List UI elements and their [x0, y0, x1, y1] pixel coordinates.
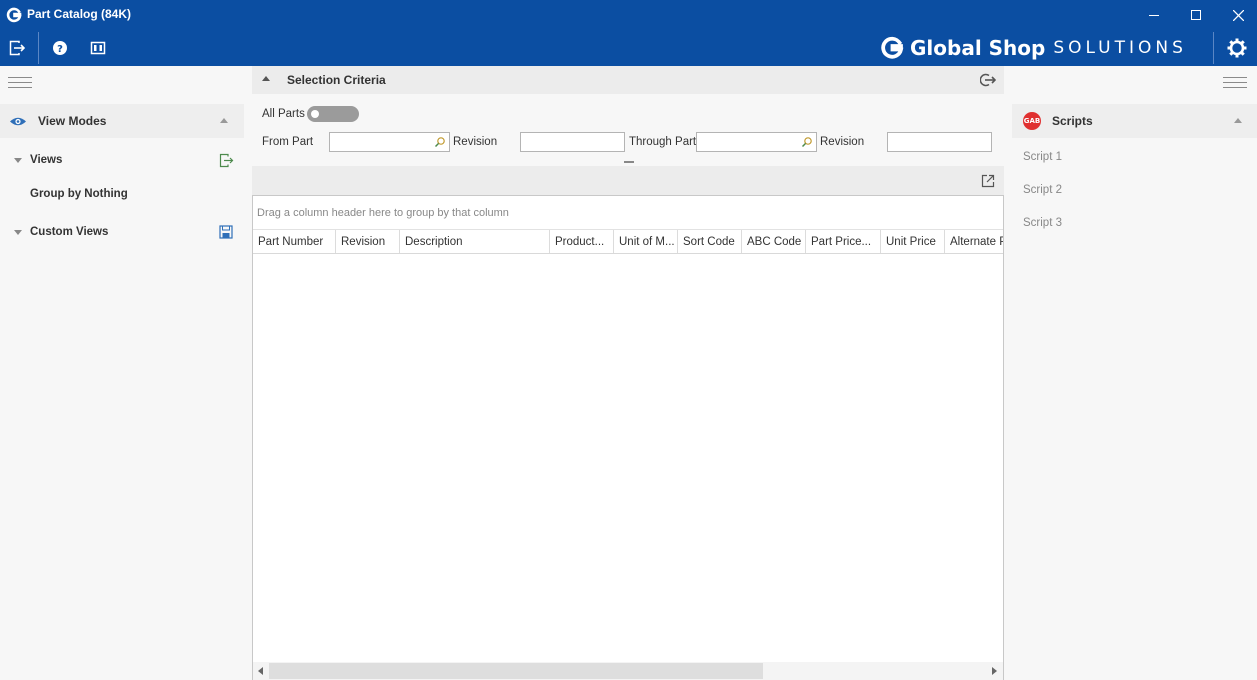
maximize-button[interactable]	[1175, 0, 1217, 30]
brand-logo: Global Shop SOLUTIONS	[880, 34, 1187, 62]
brand-g-icon	[881, 36, 904, 59]
expand-down-icon[interactable]	[14, 230, 22, 235]
sign-out-icon[interactable]	[980, 73, 996, 87]
right-panel-menu-icon[interactable]	[1223, 77, 1247, 89]
layout-icon	[90, 41, 106, 55]
app-logo-icon	[6, 7, 22, 23]
column-header[interactable]: Part Price...	[806, 230, 881, 253]
settings-button[interactable]	[1226, 37, 1248, 59]
left-panel-menu-icon[interactable]	[8, 77, 32, 89]
scroll-right-icon[interactable]	[992, 667, 997, 675]
expand-down-icon[interactable]	[14, 158, 22, 163]
horizontal-scrollbar[interactable]	[253, 662, 1003, 680]
script-item[interactable]: Script 2	[1023, 184, 1062, 196]
collapse-up-icon[interactable]	[262, 76, 270, 81]
column-header[interactable]: Product...	[550, 230, 614, 253]
column-header[interactable]: Part Number	[253, 230, 336, 253]
scrollbar-thumb[interactable]	[269, 663, 763, 679]
column-header[interactable]: Revision	[336, 230, 400, 253]
pop-out-icon[interactable]	[981, 174, 995, 188]
maximize-icon	[1191, 10, 1201, 20]
title-bar: Part Catalog (84K) ? Global Shop SOLUTIO…	[0, 0, 1257, 66]
group-by-hint: Drag a column header here to group by th…	[257, 207, 509, 219]
selection-criteria-header[interactable]: Selection Criteria	[252, 66, 1004, 94]
svg-text:?: ?	[57, 44, 63, 55]
scroll-left-icon[interactable]	[258, 667, 263, 675]
column-headers: Part Number Revision Description Product…	[253, 230, 1003, 254]
help-icon: ?	[53, 41, 67, 55]
through-part-input[interactable]	[696, 132, 817, 152]
gab-script-icon: GAB	[1023, 112, 1041, 130]
window-title: Part Catalog (84K)	[27, 7, 132, 21]
main-content: Selection Criteria All Parts From Part R…	[244, 66, 1012, 680]
close-icon	[1232, 9, 1244, 21]
brand-tagline: SOLUTIONS	[1053, 38, 1187, 58]
views-label: Views	[30, 154, 63, 166]
eye-icon	[10, 117, 26, 126]
column-header[interactable]: Unit of M...	[614, 230, 678, 253]
view-modes-panel: View Modes Views Group by Nothing Custom…	[0, 66, 244, 680]
close-button[interactable]	[1217, 0, 1257, 30]
group-by-nothing-label: Group by Nothing	[30, 188, 128, 200]
selection-criteria-body: All Parts From Part Revision Through Par…	[252, 94, 1004, 166]
column-header[interactable]: Unit Price	[881, 230, 945, 253]
script-item[interactable]: Script 1	[1023, 151, 1062, 163]
collapse-up-icon[interactable]	[1234, 118, 1242, 123]
exit-button[interactable]	[7, 38, 27, 58]
minimize-icon	[1149, 15, 1159, 16]
toggle-knob	[311, 110, 319, 118]
scripts-header[interactable]: GAB Scripts	[1012, 104, 1257, 138]
brand-name: Global Shop	[910, 36, 1046, 60]
view-modes-title: View Modes	[38, 114, 107, 128]
group-by-panel[interactable]: Drag a column header here to group by th…	[253, 196, 1003, 230]
from-part-input[interactable]	[329, 132, 450, 152]
panel-splitter[interactable]	[624, 161, 634, 163]
custom-views-label: Custom Views	[30, 226, 109, 238]
grid-toolbar	[252, 166, 1004, 195]
scripts-panel: GAB Scripts Script 1 Script 2 Script 3	[1012, 66, 1257, 680]
search-icon[interactable]	[434, 136, 446, 148]
scripts-title: Scripts	[1052, 114, 1093, 128]
view-modes-header[interactable]: View Modes	[0, 104, 244, 138]
views-node[interactable]: Views	[0, 151, 244, 171]
revision-label: Revision	[453, 136, 498, 148]
all-parts-label: All Parts	[262, 108, 305, 120]
revision-input[interactable]	[520, 132, 625, 152]
revision-label: Revision	[820, 136, 865, 148]
minimize-button[interactable]	[1133, 0, 1175, 30]
save-icon[interactable]	[219, 225, 233, 239]
gear-icon	[1227, 38, 1247, 58]
layout-button[interactable]	[88, 38, 108, 58]
revision-input[interactable]	[887, 132, 992, 152]
custom-views-node[interactable]: Custom Views	[0, 223, 244, 243]
window-title-row: Part Catalog (84K)	[0, 0, 1257, 30]
column-header[interactable]: Description	[400, 230, 550, 253]
group-by-nothing-item[interactable]: Group by Nothing	[0, 185, 244, 205]
collapse-up-icon[interactable]	[220, 118, 228, 123]
export-view-icon[interactable]	[219, 153, 234, 168]
toolbar-separator	[1213, 32, 1214, 64]
column-header[interactable]: Sort Code	[678, 230, 742, 253]
parts-grid: Drag a column header here to group by th…	[252, 195, 1004, 680]
column-header[interactable]: ABC Code	[742, 230, 806, 253]
through-part-label: Through Part	[629, 136, 697, 148]
script-item[interactable]: Script 3	[1023, 217, 1062, 229]
column-header[interactable]: Alternate P	[945, 230, 1003, 253]
toolbar-separator	[38, 32, 39, 64]
main-toolbar: ? Global Shop SOLUTIONS	[0, 30, 1257, 66]
help-button[interactable]: ?	[50, 38, 70, 58]
search-icon[interactable]	[801, 136, 813, 148]
from-part-label: From Part	[262, 136, 314, 148]
selection-criteria-title: Selection Criteria	[287, 73, 386, 87]
exit-icon	[9, 40, 25, 56]
all-parts-toggle[interactable]	[307, 106, 359, 122]
